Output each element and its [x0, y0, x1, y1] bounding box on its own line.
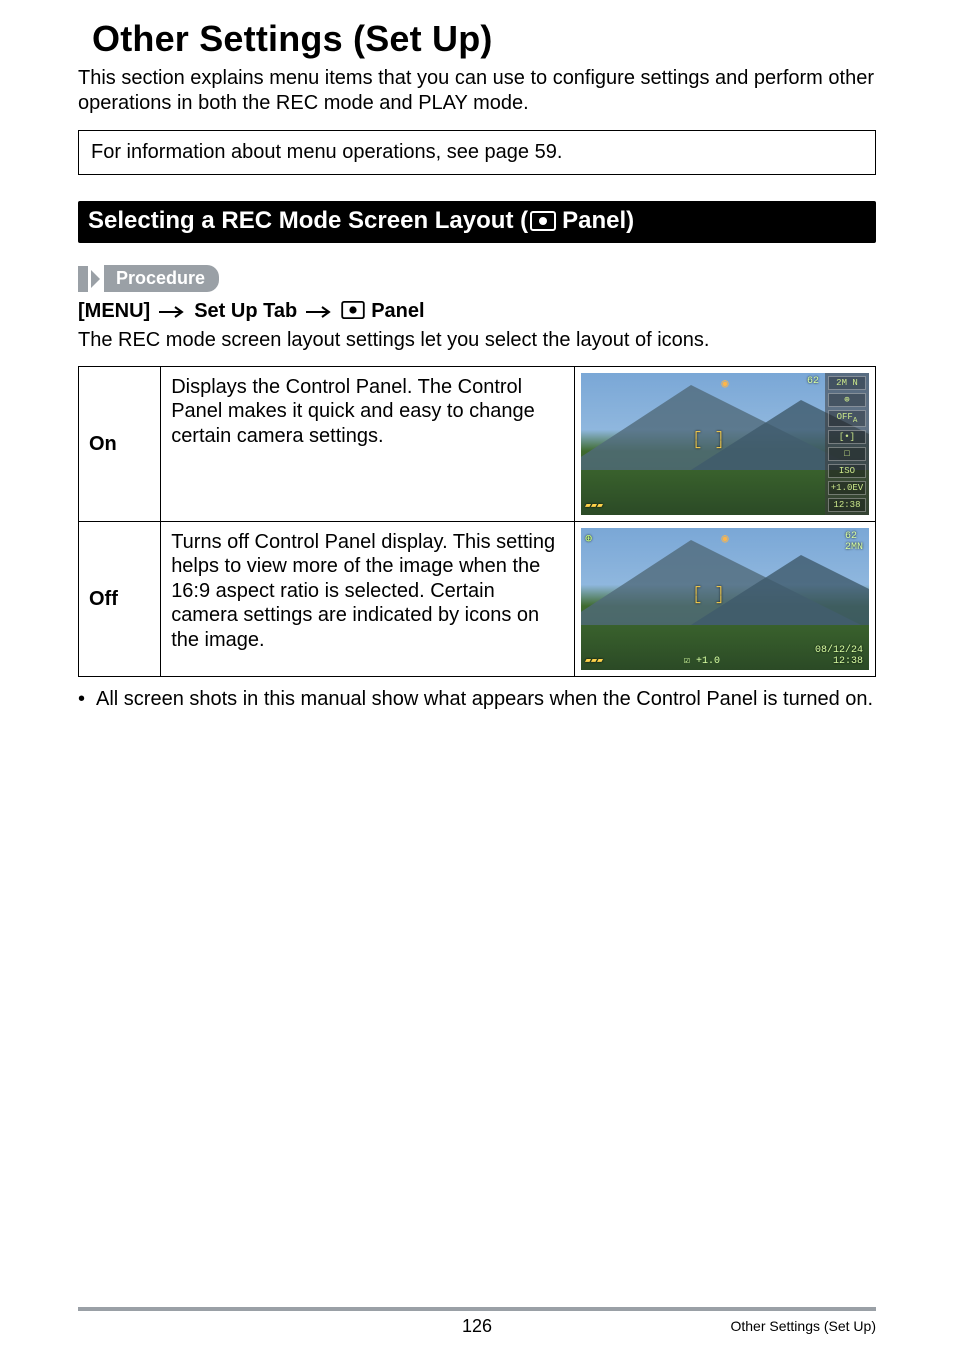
- panel-icon: [341, 300, 365, 323]
- option-desc-off: Turns off Control Panel display. This se…: [161, 522, 575, 677]
- camera-icon: ◉: [721, 376, 728, 391]
- arrow-right-icon: [305, 305, 333, 319]
- table-row: Off Turns off Control Panel display. Thi…: [79, 522, 876, 677]
- section-title-pre: Selecting a REC Mode Screen Layout (: [88, 207, 528, 235]
- panel-meter: [•]: [828, 430, 866, 444]
- section-title-post: Panel): [562, 207, 634, 235]
- battery-icon: ▰▰▰: [585, 655, 603, 667]
- section-description: The REC mode screen layout settings let …: [78, 329, 876, 352]
- option-label-off: Off: [79, 522, 161, 677]
- flash-icon: ⊕: [585, 531, 592, 546]
- ev-indicator: ☑ +1.0: [684, 655, 720, 667]
- arrow-right-icon: [158, 305, 186, 319]
- path-step-setup: Set Up Tab: [194, 300, 297, 323]
- panel-flash: ⊕: [828, 393, 866, 407]
- option-desc-on: Displays the Control Panel. The Control …: [161, 367, 575, 522]
- bullet-dot-icon: •: [78, 687, 96, 712]
- path-step-panel: Panel: [371, 300, 424, 323]
- footer-section-label: Other Settings (Set Up): [730, 1318, 876, 1334]
- option-sample-off: ⊕ ◉ 62 2MN ┌ ┐└ ┘ ☑ +1.0 ▰▰▰ 08/12/2412:…: [574, 522, 875, 677]
- procedure-tag: Procedure: [104, 265, 219, 292]
- footnote-bullet: • All screen shots in this manual show w…: [78, 687, 876, 712]
- sample-screenshot-off: ⊕ ◉ 62 2MN ┌ ┐└ ┘ ☑ +1.0 ▰▰▰ 08/12/2412:…: [581, 528, 869, 670]
- panel-off: OFFA: [828, 410, 866, 427]
- footnote-text: All screen shots in this manual show wha…: [96, 687, 873, 712]
- section-heading-bar: Selecting a REC Mode Screen Layout ( Pan…: [78, 201, 876, 243]
- focus-brackets-icon: ┌ ┐└ ┘: [692, 580, 729, 612]
- focus-brackets-icon: ┌ ┐└ ┘: [692, 425, 729, 457]
- page-number: 126: [462, 1316, 492, 1337]
- sample-screenshot-on: ◉ 62 ┌ ┐└ ┘ ▰▰▰ 2M N ⊕ OFFA [•] □ ISO +1…: [581, 373, 869, 515]
- intro-text: This section explains menu items that yo…: [78, 66, 876, 116]
- shot-count: 62: [807, 376, 819, 387]
- procedure-bullet: [78, 266, 88, 292]
- panel-icon: [530, 211, 556, 231]
- panel-cont: □: [828, 447, 866, 461]
- procedure-chevron-icon: [91, 270, 100, 288]
- path-step-menu: [MENU]: [78, 300, 150, 323]
- footer-rule: [78, 1307, 876, 1311]
- date-time: 08/12/2412:38: [815, 645, 863, 667]
- table-row: On Displays the Control Panel. The Contr…: [79, 367, 876, 522]
- option-label-on: On: [79, 367, 161, 522]
- manual-page: Other Settings (Set Up) This section exp…: [0, 0, 954, 1357]
- procedure-path: [MENU] Set Up Tab Panel: [78, 300, 876, 323]
- panel-time: 12:38: [828, 498, 866, 512]
- shot-info: 62 2MN: [845, 531, 863, 553]
- panel-size: 2M N: [828, 376, 866, 390]
- panel-ev: +1.0EV: [828, 481, 866, 495]
- battery-icon: ▰▰▰: [585, 500, 603, 512]
- procedure-label-row: Procedure: [78, 265, 876, 292]
- control-panel-strip: 2M N ⊕ OFFA [•] □ ISO +1.0EV 12:38: [825, 373, 869, 515]
- option-sample-on: ◉ 62 ┌ ┐└ ┘ ▰▰▰ 2M N ⊕ OFFA [•] □ ISO +1…: [574, 367, 875, 522]
- camera-icon: ◉: [721, 531, 728, 546]
- panel-iso: ISO: [828, 464, 866, 478]
- page-title: Other Settings (Set Up): [92, 18, 876, 60]
- options-table: On Displays the Control Panel. The Contr…: [78, 366, 876, 677]
- page-footer: 126 Other Settings (Set Up): [78, 1307, 876, 1335]
- info-note-box: For information about menu operations, s…: [78, 130, 876, 175]
